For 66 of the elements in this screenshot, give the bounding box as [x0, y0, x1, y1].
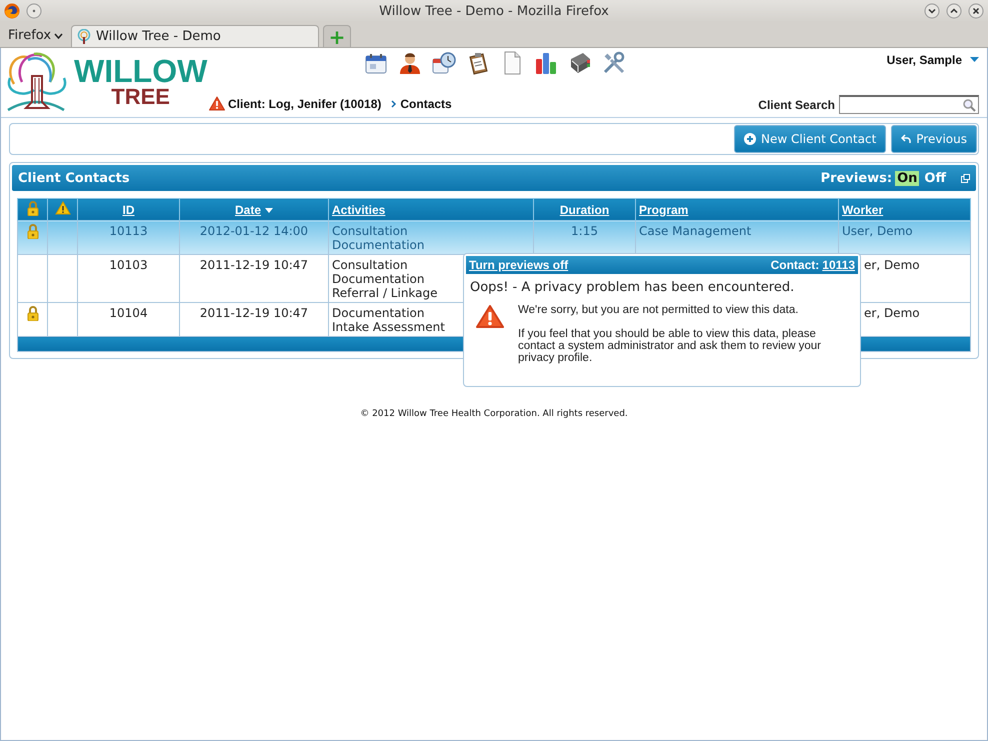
calendar-icon[interactable]	[364, 51, 388, 75]
search-label: Client Search	[758, 98, 835, 112]
chevron-icon	[54, 32, 64, 38]
table-cell: 2012-01-12 14:00	[200, 224, 308, 238]
table-cell: 1:15	[571, 224, 598, 238]
table-cell: Consultation	[332, 258, 408, 272]
breadcrumb-item[interactable]: Contacts	[400, 96, 452, 110]
turn-previews-off-link[interactable]: Turn previews off	[469, 258, 568, 272]
table-cell: Intake Assessment	[332, 320, 445, 334]
table-cell: Referral / Linkage	[332, 286, 438, 300]
lock-icon	[26, 200, 38, 216]
contact-link[interactable]: 10113	[822, 258, 855, 272]
breadcrumb-item[interactable]: Client: Log, Jenifer (10018)	[228, 96, 382, 110]
caret-icon	[970, 57, 979, 63]
browser-logo-icon[interactable]	[4, 3, 20, 19]
alert-icon	[476, 304, 504, 329]
contact-label: Contact:	[770, 258, 820, 272]
alert-icon	[209, 96, 225, 111]
column-header[interactable]: Activities	[332, 202, 386, 216]
bar-chart-icon[interactable]	[534, 51, 558, 75]
tools-icon[interactable]	[602, 51, 626, 75]
person-icon[interactable]	[398, 51, 422, 75]
popup-heading: Oops! - A privacy problem has been encountered.	[470, 280, 796, 295]
previews-toggle[interactable]: Off	[922, 170, 948, 186]
action-button[interactable]: Previous	[891, 125, 977, 153]
logo-subtitle: TREE	[111, 86, 170, 108]
user-menu-button[interactable]: User, Sample	[886, 53, 979, 67]
table-cell: 10104	[109, 306, 148, 320]
popup-message: We're sorry, but you are not permitted to view this data.	[518, 304, 800, 316]
table-cell: 2011-12-19 10:47	[200, 306, 308, 320]
copyright-text: © 2012 Willow Tree Health Corporation. All rights reserved.	[359, 409, 629, 419]
tree-icon	[76, 28, 92, 44]
search-field[interactable]	[839, 95, 979, 114]
back-arrow-icon	[901, 134, 912, 144]
popup-message: If you feel that you should be able to view this data, please contact a system administrator and ask them to review your privacy profile.	[518, 328, 822, 364]
calendar-clock-icon[interactable]	[432, 51, 456, 75]
window-title: Willow Tree - Demo - Mozilla Firefox	[378, 4, 610, 18]
table-cell: Consultation	[332, 224, 408, 238]
warning-icon	[54, 201, 70, 215]
chevron-icon	[391, 100, 398, 108]
panel-title: Client Contacts	[18, 170, 131, 186]
table-cell: Documentation	[332, 306, 425, 320]
app-menu-button[interactable]: Firefox	[4, 28, 68, 47]
plus-icon	[744, 133, 756, 145]
column-header[interactable]: ID	[122, 202, 134, 216]
previews-label: Previews:	[820, 170, 892, 186]
table-cell: Case Management	[639, 224, 752, 238]
column-header[interactable]: Program	[639, 202, 688, 216]
table-cell: Documentation	[332, 272, 425, 286]
table-cell-text: er, Demo	[863, 306, 920, 320]
column-header[interactable]: Date	[234, 202, 273, 216]
table-cell: 2011-12-19 10:47	[200, 258, 308, 272]
table-cell: 10113	[109, 224, 148, 238]
previews-toggle[interactable]: On	[895, 170, 920, 186]
table-cell: 10103	[109, 258, 148, 272]
action-button[interactable]: New Client Contact	[734, 125, 886, 153]
logo-title: WILLOW	[74, 56, 208, 86]
sort-caret-icon	[265, 208, 273, 213]
table-cell: Documentation	[332, 238, 425, 252]
search-icon	[963, 98, 976, 112]
popout-icon[interactable]	[961, 174, 970, 182]
close-icon[interactable]	[968, 3, 984, 19]
maximize-icon[interactable]	[946, 3, 962, 19]
minimize-icon[interactable]	[924, 3, 940, 19]
table-cell: User, Demo	[842, 224, 913, 238]
browser-tab[interactable]: Willow Tree - Demo	[71, 25, 320, 47]
